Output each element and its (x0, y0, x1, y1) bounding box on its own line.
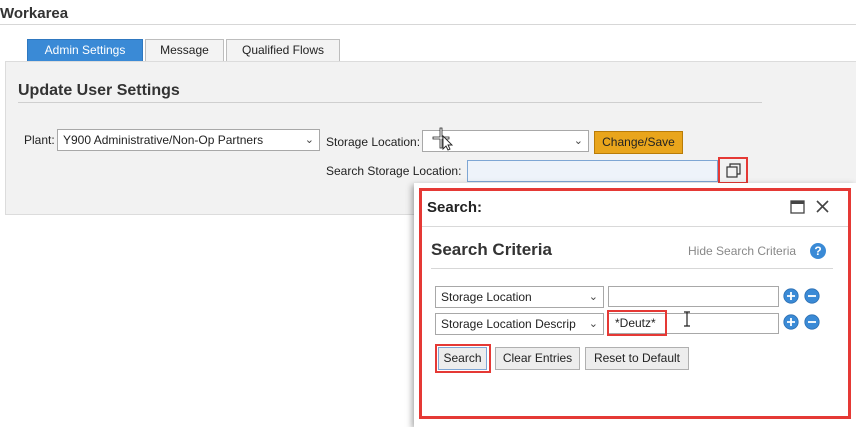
chevron-down-icon: ⌄ (588, 318, 598, 330)
search-button[interactable]: Search (438, 347, 487, 370)
maximize-icon[interactable] (790, 200, 805, 214)
chevron-down-icon: ⌄ (588, 291, 598, 303)
workarea-title: Workarea (0, 5, 69, 22)
criteria-value-input-1[interactable] (608, 286, 779, 307)
tab-admin-settings[interactable]: Admin Settings (27, 39, 143, 62)
criteria-divider (431, 268, 833, 269)
remove-row-icon[interactable] (804, 314, 820, 330)
close-icon[interactable] (815, 199, 830, 214)
search-storage-location-input[interactable] (467, 160, 718, 182)
plant-label: Plant: (24, 133, 55, 147)
value-help-button[interactable] (718, 157, 748, 184)
search-storage-location-label: Search Storage Location: (326, 164, 462, 178)
plant-select-value: Y900 Administrative/Non-Op Partners (63, 133, 264, 147)
workarea-header: Workarea (0, 0, 856, 25)
reset-to-default-button[interactable]: Reset to Default (585, 347, 689, 370)
text-cursor-icon (684, 311, 690, 327)
move-cursor-icon (432, 127, 454, 151)
dialog-titlebar-divider (422, 226, 848, 227)
help-icon[interactable]: ? (809, 242, 827, 260)
add-row-icon[interactable] (783, 288, 799, 304)
tab-qualified-flows[interactable]: Qualified Flows (226, 39, 340, 62)
value-help-icon (726, 163, 741, 178)
plant-select[interactable]: Y900 Administrative/Non-Op Partners ⌄ (57, 129, 320, 151)
chevron-down-icon: ⌄ (573, 135, 583, 147)
hide-search-criteria-link[interactable]: Hide Search Criteria (688, 244, 796, 258)
criteria-value-input-2[interactable]: *Deutz* (608, 313, 779, 334)
section-title: Update User Settings (18, 82, 180, 99)
remove-row-icon[interactable] (804, 288, 820, 304)
clear-entries-button[interactable]: Clear Entries (495, 347, 580, 370)
criteria-field-select-2[interactable]: Storage Location Descrip ⌄ (435, 313, 604, 335)
change-save-button[interactable]: Change/Save (594, 131, 683, 154)
criteria-field-2: Storage Location Descrip (441, 317, 576, 331)
section-divider (18, 102, 762, 103)
criteria-value-2: *Deutz* (615, 316, 656, 330)
add-row-icon[interactable] (783, 314, 799, 330)
storage-location-label: Storage Location: (326, 135, 421, 149)
chevron-down-icon: ⌄ (304, 134, 314, 146)
dialog-title: Search: (427, 199, 483, 216)
svg-text:?: ? (814, 244, 821, 258)
tab-message[interactable]: Message (145, 39, 224, 62)
search-criteria-title: Search Criteria (431, 240, 552, 259)
criteria-field-select-1[interactable]: Storage Location ⌄ (435, 286, 604, 308)
criteria-field-1: Storage Location (441, 290, 532, 304)
